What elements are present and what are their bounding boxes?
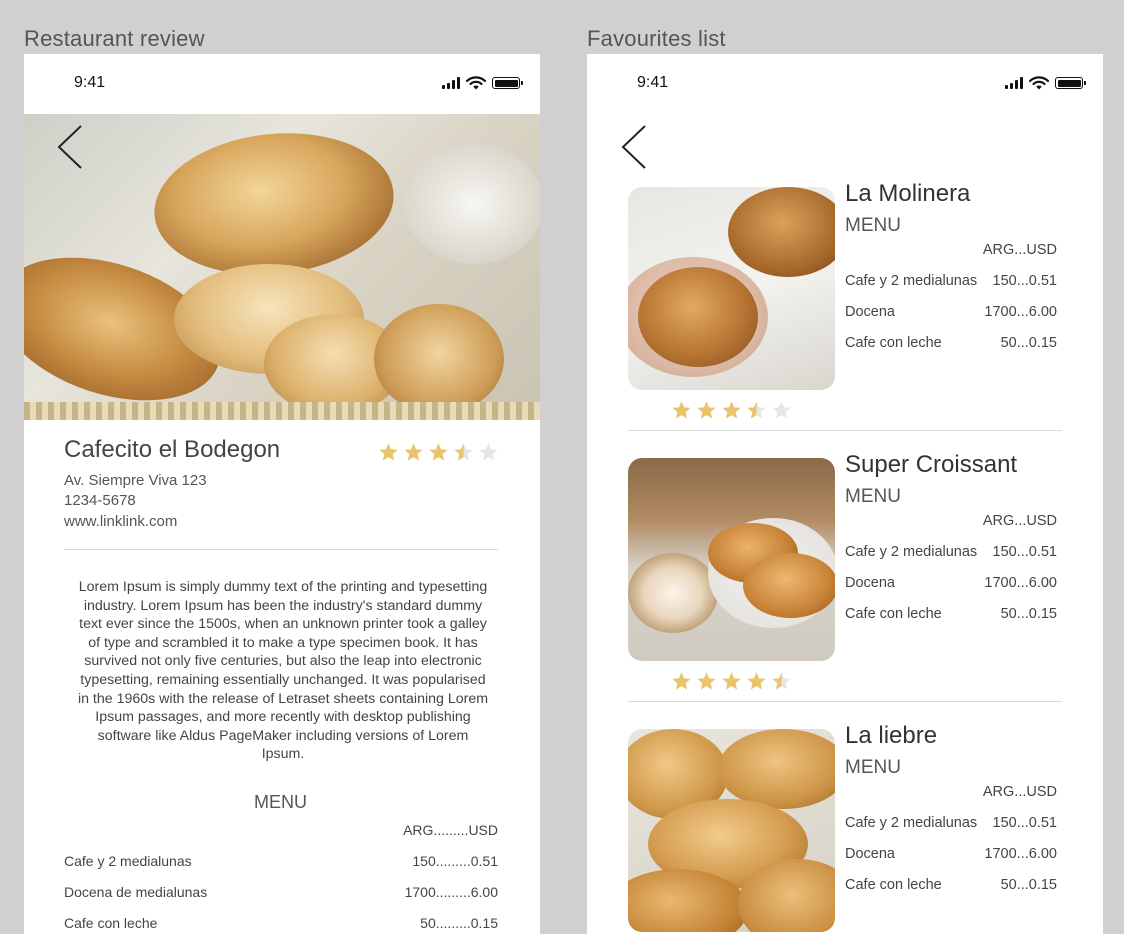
favourite-rating-stars	[671, 671, 792, 692]
favourite-menu-item: Docena 1700...6.00	[845, 846, 1057, 862]
favourite-menu-item: Docena 1700...6.00	[845, 575, 1057, 591]
frame-label-review: Restaurant review	[24, 26, 205, 51]
menu-item-name: Docena	[845, 846, 895, 862]
favourite-menu-item: Cafe y 2 medialunas 150...0.51	[845, 273, 1057, 289]
favourite-menu-item: Cafe y 2 medialunas 150...0.51	[845, 544, 1057, 560]
status-icons	[1005, 76, 1086, 90]
menu-item: Docena de medialunas 1700.........6.00	[64, 884, 498, 900]
star-icon	[479, 443, 498, 461]
star-icon	[722, 672, 741, 690]
menu-item: Cafe con leche 50.........0.15	[64, 915, 498, 931]
menu-item-name: Cafe con leche	[64, 915, 158, 931]
back-chevron-icon[interactable]	[56, 124, 84, 170]
star-icon	[379, 443, 398, 461]
favourite-menu-item: Cafe con leche 50...0.15	[845, 335, 1057, 351]
restaurant-description: Lorem Ipsum is simply dummy text of the …	[77, 579, 489, 763]
currency-header: ARG...USD	[982, 242, 1057, 258]
favourite-menu-item: Cafe con leche 50...0.15	[845, 877, 1057, 893]
menu-item-price: 1700...6.00	[984, 846, 1057, 862]
status-icons	[442, 76, 523, 90]
favourite-name[interactable]: Super Croissant	[845, 451, 1017, 479]
menu-item-price: 50...0.15	[1000, 877, 1057, 893]
review-screen: 9:41 Cafecito el Bodegon Av. Siempre Viv…	[24, 54, 540, 934]
favourite-menu-title: MENU	[845, 486, 901, 507]
star-icon	[747, 401, 766, 419]
favourite-rating-stars	[671, 400, 792, 421]
restaurant-address: Av. Siempre Viva 123	[64, 472, 207, 489]
restaurant-name: Cafecito el Bodegon	[64, 436, 281, 463]
star-icon	[404, 443, 423, 461]
favourite-menu-title: MENU	[845, 215, 901, 236]
menu-title: MENU	[254, 792, 307, 812]
menu-item-name: Cafe con leche	[845, 606, 942, 622]
battery-icon	[492, 77, 523, 89]
favourite-photo[interactable]	[628, 187, 835, 390]
star-icon	[672, 401, 691, 419]
star-icon	[454, 443, 473, 461]
signal-icon	[1005, 77, 1023, 89]
menu-item-name: Cafe con leche	[845, 335, 942, 351]
star-icon	[697, 672, 716, 690]
signal-icon	[442, 77, 460, 89]
menu-item-name: Docena	[845, 304, 895, 320]
favourites-screen: 9:41 La Molinera MENU ARG...USD Cafe y 2…	[587, 54, 1103, 934]
menu-item-name: Docena	[845, 575, 895, 591]
star-icon	[429, 443, 448, 461]
favourite-photo[interactable]	[628, 729, 835, 932]
menu-item-name: Cafe con leche	[845, 877, 942, 893]
menu-item: Cafe y 2 medialunas 150.........0.51	[64, 853, 498, 869]
star-icon	[672, 672, 691, 690]
menu-item-price: 150...0.51	[992, 273, 1058, 289]
menu-item-price: 50.........0.15	[420, 915, 498, 931]
favourite-menu-item: Docena 1700...6.00	[845, 304, 1057, 320]
divider	[628, 701, 1062, 702]
menu-item-name: Cafe y 2 medialunas	[845, 273, 978, 289]
back-chevron-icon[interactable]	[620, 124, 648, 170]
restaurant-website-link[interactable]: www.linklink.com	[64, 513, 177, 530]
menu-item-price: 1700.........6.00	[404, 884, 498, 900]
status-bar: 9:41	[24, 54, 540, 114]
menu-item-price: 1700...6.00	[984, 304, 1057, 320]
favourite-name[interactable]: La liebre	[845, 722, 937, 750]
star-icon	[772, 672, 791, 690]
battery-icon	[1055, 77, 1086, 89]
wifi-icon	[466, 76, 486, 90]
wifi-icon	[1029, 76, 1049, 90]
rating-stars	[378, 442, 499, 463]
currency-header: ARG...USD	[982, 784, 1057, 800]
status-bar: 9:41	[587, 54, 1103, 114]
menu-item-name: Cafe y 2 medialunas	[845, 544, 978, 560]
favourite-name[interactable]: La Molinera	[845, 180, 970, 208]
currency-header: ARG.........USD	[403, 822, 498, 838]
favourite-menu-title: MENU	[845, 757, 901, 778]
star-icon	[697, 401, 716, 419]
menu-item-price: 150...0.51	[992, 544, 1058, 560]
menu-item-price: 150.........0.51	[412, 853, 498, 869]
divider	[628, 430, 1062, 431]
status-time: 9:41	[74, 74, 106, 91]
star-icon	[772, 401, 791, 419]
favourite-menu-item: Cafe con leche 50...0.15	[845, 606, 1057, 622]
menu-item-price: 50...0.15	[1000, 335, 1057, 351]
star-icon	[747, 672, 766, 690]
menu-item-name: Cafe y 2 medialunas	[845, 815, 978, 831]
menu-item-price: 150...0.51	[992, 815, 1058, 831]
menu-item-price: 50...0.15	[1000, 606, 1057, 622]
frame-label-favourites: Favourites list	[587, 26, 726, 51]
menu-item-price: 1700...6.00	[984, 575, 1057, 591]
menu-item-name: Cafe y 2 medialunas	[64, 853, 192, 869]
restaurant-phone[interactable]: 1234-5678	[64, 492, 136, 509]
status-time: 9:41	[637, 74, 669, 91]
currency-header: ARG...USD	[982, 513, 1057, 529]
favourite-menu-item: Cafe y 2 medialunas 150...0.51	[845, 815, 1057, 831]
star-icon	[722, 401, 741, 419]
favourite-photo[interactable]	[628, 458, 835, 661]
divider	[64, 549, 498, 550]
menu-item-name: Docena de medialunas	[64, 884, 208, 900]
restaurant-hero-photo	[24, 114, 540, 420]
